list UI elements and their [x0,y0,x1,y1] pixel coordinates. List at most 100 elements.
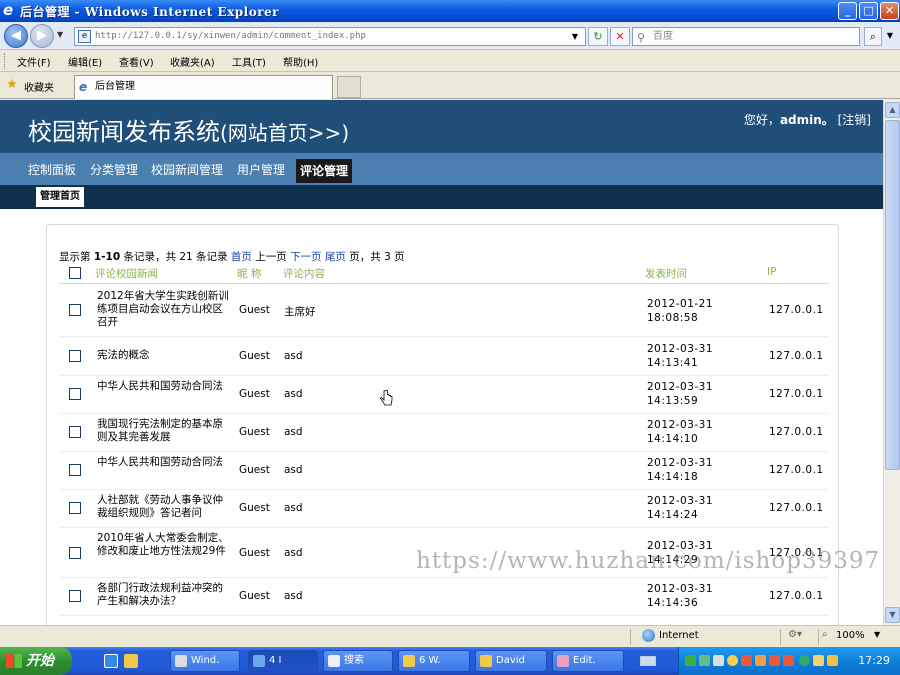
row-nickname: Guest [239,350,270,362]
tray-app-icon[interactable] [741,655,752,666]
baidu-icon: ⚲ [637,31,646,44]
maximize-button[interactable]: □ [859,2,878,20]
pager-last-link[interactable]: 尾页 [325,251,346,263]
tray-app-icon[interactable] [813,655,824,666]
row-content: asd [284,426,303,438]
refresh-icon[interactable]: ↻ [588,27,608,46]
row-news-title[interactable]: 2012年省大学生实践创新训练项目启动会议在方山校区召开 [97,290,229,329]
taskbar-button[interactable]: David [475,650,547,672]
nav-categories[interactable]: 分类管理 [86,160,142,182]
stop-icon[interactable]: ✕ [610,27,630,46]
row-news-title[interactable]: 2010年省人大常委会制定、修改和废止地方性法规29件 [97,532,229,558]
tray-clock: 17:29 [858,654,890,667]
row-time: 2012-03-31 14:13:41 [647,343,714,369]
search-options-icon[interactable]: ▼ [883,27,897,46]
nav-users[interactable]: 用户管理 [233,160,289,182]
taskbar-button[interactable]: Wind. [170,650,240,672]
nav-news[interactable]: 校园新闻管理 [147,160,227,182]
zoom-dropdown-icon[interactable]: ▼ [874,630,880,639]
zoom-level[interactable]: 100% [836,630,865,641]
tray-app-icon[interactable] [769,655,780,666]
page-content: 校园新闻发布系统(网站首页>>) 您好，admin。 [注销] 控制面板 分类管… [0,100,883,625]
row-news-title[interactable]: 中华人民共和国劳动合同法 [97,456,229,469]
nav-comments[interactable]: 评论管理 [296,159,353,183]
pager-next-link[interactable]: 下一页 [290,251,322,263]
search-placeholder: 百度 [653,31,673,42]
nav-dashboard[interactable]: 控制面板 [24,160,80,182]
row-news-title[interactable]: 人社部就《劳动人事争议仲裁组织规则》答记者问 [97,494,229,520]
hand-cursor-icon [380,390,393,406]
subnav-home[interactable]: 管理首页 [36,187,84,207]
row-news-title[interactable]: 中华人民共和国劳动合同法 [97,380,229,393]
tray-app-icon[interactable] [755,655,766,666]
table-header: 评论校园新闻 昵 称 评论内容 发表时间 IP [59,264,829,284]
browser-tab[interactable]: e 后台管理 [74,75,333,99]
minimize-button[interactable]: _ [838,2,857,20]
taskbar-button[interactable]: 6 W. [398,650,470,672]
menu-help[interactable]: 帮助(H) [283,54,318,69]
scroll-up-icon[interactable]: ▲ [885,102,900,118]
row-checkbox[interactable] [69,590,81,602]
menu-edit[interactable]: 编辑(E) [68,54,102,69]
address-dropdown-icon[interactable]: ▼ [568,28,582,45]
pager-text: 页 [394,251,405,263]
row-checkbox[interactable] [69,464,81,476]
row-content: asd [284,464,303,476]
row-news-title[interactable]: 我国现行宪法制定的基本原则及其完善发展 [97,418,229,444]
taskbar-button-active[interactable]: 4 I [248,650,318,672]
menu-tools[interactable]: 工具(T) [232,54,266,69]
select-all-checkbox[interactable] [69,267,81,279]
row-news-title[interactable]: 各部门行政法规利益冲突的产生和解决办法？ [97,582,229,608]
history-dropdown-icon[interactable]: ▼ [57,30,63,39]
forward-button[interactable]: ▶ [30,24,54,48]
row-checkbox[interactable] [69,426,81,438]
close-button[interactable]: ✕ [880,2,899,20]
row-checkbox[interactable] [69,304,81,316]
search-icon[interactable]: ⌕ [864,27,882,46]
ie-quicklaunch-icon[interactable] [104,654,118,668]
row-checkbox[interactable] [69,547,81,559]
system-tray: 17:29 [678,647,900,675]
favorites-star-icon[interactable]: ★ [6,77,18,92]
window-title: 后台管理 - Windows Internet Explorer [20,5,279,19]
tray-app-icon[interactable] [685,655,696,666]
tray-app-icon[interactable] [727,655,738,666]
address-input[interactable]: e http://127.0.0.1/sy/xinwen/admin/comme… [74,27,586,46]
pager-prefix: 显示第 [59,251,91,263]
tray-app-icon[interactable] [699,655,710,666]
row-news-title[interactable]: 宪法的概念 [97,349,229,362]
menu-favorites[interactable]: 收藏夹(A) [170,54,215,69]
shield-icon[interactable] [827,655,838,666]
protected-mode-icon[interactable]: ⚙▾ [788,629,802,640]
row-checkbox[interactable] [69,350,81,362]
site-home-link[interactable]: (网站首页>>) [220,121,349,145]
pager-text: 条记录，共 [123,251,176,263]
new-tab-button[interactable] [337,76,361,98]
menu-file[interactable]: 文件(F) [17,54,51,69]
row-checkbox[interactable] [69,502,81,514]
taskbar-button[interactable]: Edit. [552,650,624,672]
back-button[interactable]: ◀ [4,24,28,48]
logout-link[interactable]: [注销] [838,113,871,127]
row-nickname: Guest [239,426,270,438]
pager-pages: 3 [384,251,391,263]
taskbar-button[interactable]: 搜索 [323,650,393,672]
tray-app-icon[interactable] [783,655,794,666]
row-time: 2012-03-31 14:14:18 [647,457,714,483]
search-input[interactable]: ⚲ 百度 [632,27,860,46]
keyboard-icon[interactable] [640,656,656,666]
folder-app-icon [480,655,492,667]
page-scrollbar[interactable]: ▲ ▼ [883,100,900,625]
scroll-thumb[interactable] [885,120,900,470]
tab-page-icon: e [79,80,88,94]
scroll-down-icon[interactable]: ▼ [885,607,900,623]
pager-first-link[interactable]: 首页 [231,251,252,263]
favorites-label[interactable]: 收藏夹 [24,79,54,94]
row-checkbox[interactable] [69,388,81,400]
start-button[interactable]: 开始 [0,647,72,675]
tray-app-icon[interactable] [799,655,810,666]
row-content: asd [284,502,303,514]
menu-view[interactable]: 查看(V) [119,54,154,69]
folder-quicklaunch-icon[interactable] [124,654,138,668]
tray-app-icon[interactable] [713,655,724,666]
